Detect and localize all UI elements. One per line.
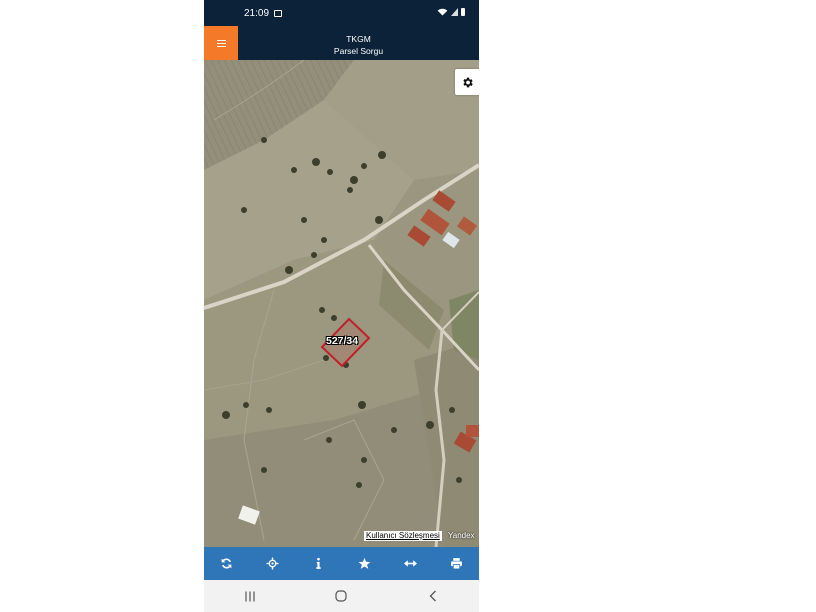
- hamburger-menu-icon: [216, 39, 226, 47]
- menu-button[interactable]: [204, 26, 238, 60]
- page-title: TKGM Parsel Sorgu: [238, 33, 479, 57]
- app-header: TKGM Parsel Sorgu: [204, 26, 479, 60]
- measure-icon: [403, 560, 417, 567]
- favorite-button[interactable]: [349, 549, 379, 579]
- refresh-button[interactable]: [212, 549, 242, 579]
- app-name: TKGM: [346, 34, 371, 44]
- back-button[interactable]: [413, 581, 453, 611]
- star-icon: [358, 557, 371, 569]
- refresh-icon: [222, 558, 232, 569]
- status-icons: [437, 8, 465, 16]
- system-nav-bar: [204, 580, 479, 612]
- page-subtitle: Parsel Sorgu: [333, 46, 384, 56]
- gear-icon: [462, 77, 473, 87]
- measure-button[interactable]: [395, 549, 425, 579]
- map-settings-button[interactable]: [455, 69, 479, 95]
- parcel-number-label: 527/34: [326, 335, 359, 347]
- phone-screen: 21:09 TKGM Parsel Sorgu 527/34 Kullanıcı…: [204, 0, 479, 612]
- terms-of-use-link[interactable]: Kullanıcı Sözleşmesi: [364, 531, 442, 541]
- info-button[interactable]: [304, 549, 334, 579]
- bottom-toolbar: [204, 547, 479, 580]
- locate-icon: [266, 557, 279, 570]
- status-time: 21:09: [244, 8, 270, 19]
- wifi-icon: [437, 8, 448, 16]
- image-icon: [274, 10, 282, 17]
- signal-icon: [451, 8, 458, 16]
- recent-apps-button[interactable]: [230, 581, 270, 611]
- locate-button[interactable]: [258, 549, 288, 579]
- back-icon: [429, 590, 437, 602]
- map-provider-label: Yandex: [448, 531, 475, 540]
- recent-apps-icon: [245, 591, 255, 601]
- map-imagery: [204, 60, 479, 547]
- info-icon: [316, 557, 321, 569]
- print-button[interactable]: [441, 549, 471, 579]
- satellite-map[interactable]: [204, 60, 479, 547]
- home-button[interactable]: [321, 581, 361, 611]
- print-icon: [450, 558, 462, 570]
- home-icon: [335, 590, 348, 602]
- status-bar: 21:09: [204, 0, 479, 26]
- battery-icon: [461, 8, 465, 16]
